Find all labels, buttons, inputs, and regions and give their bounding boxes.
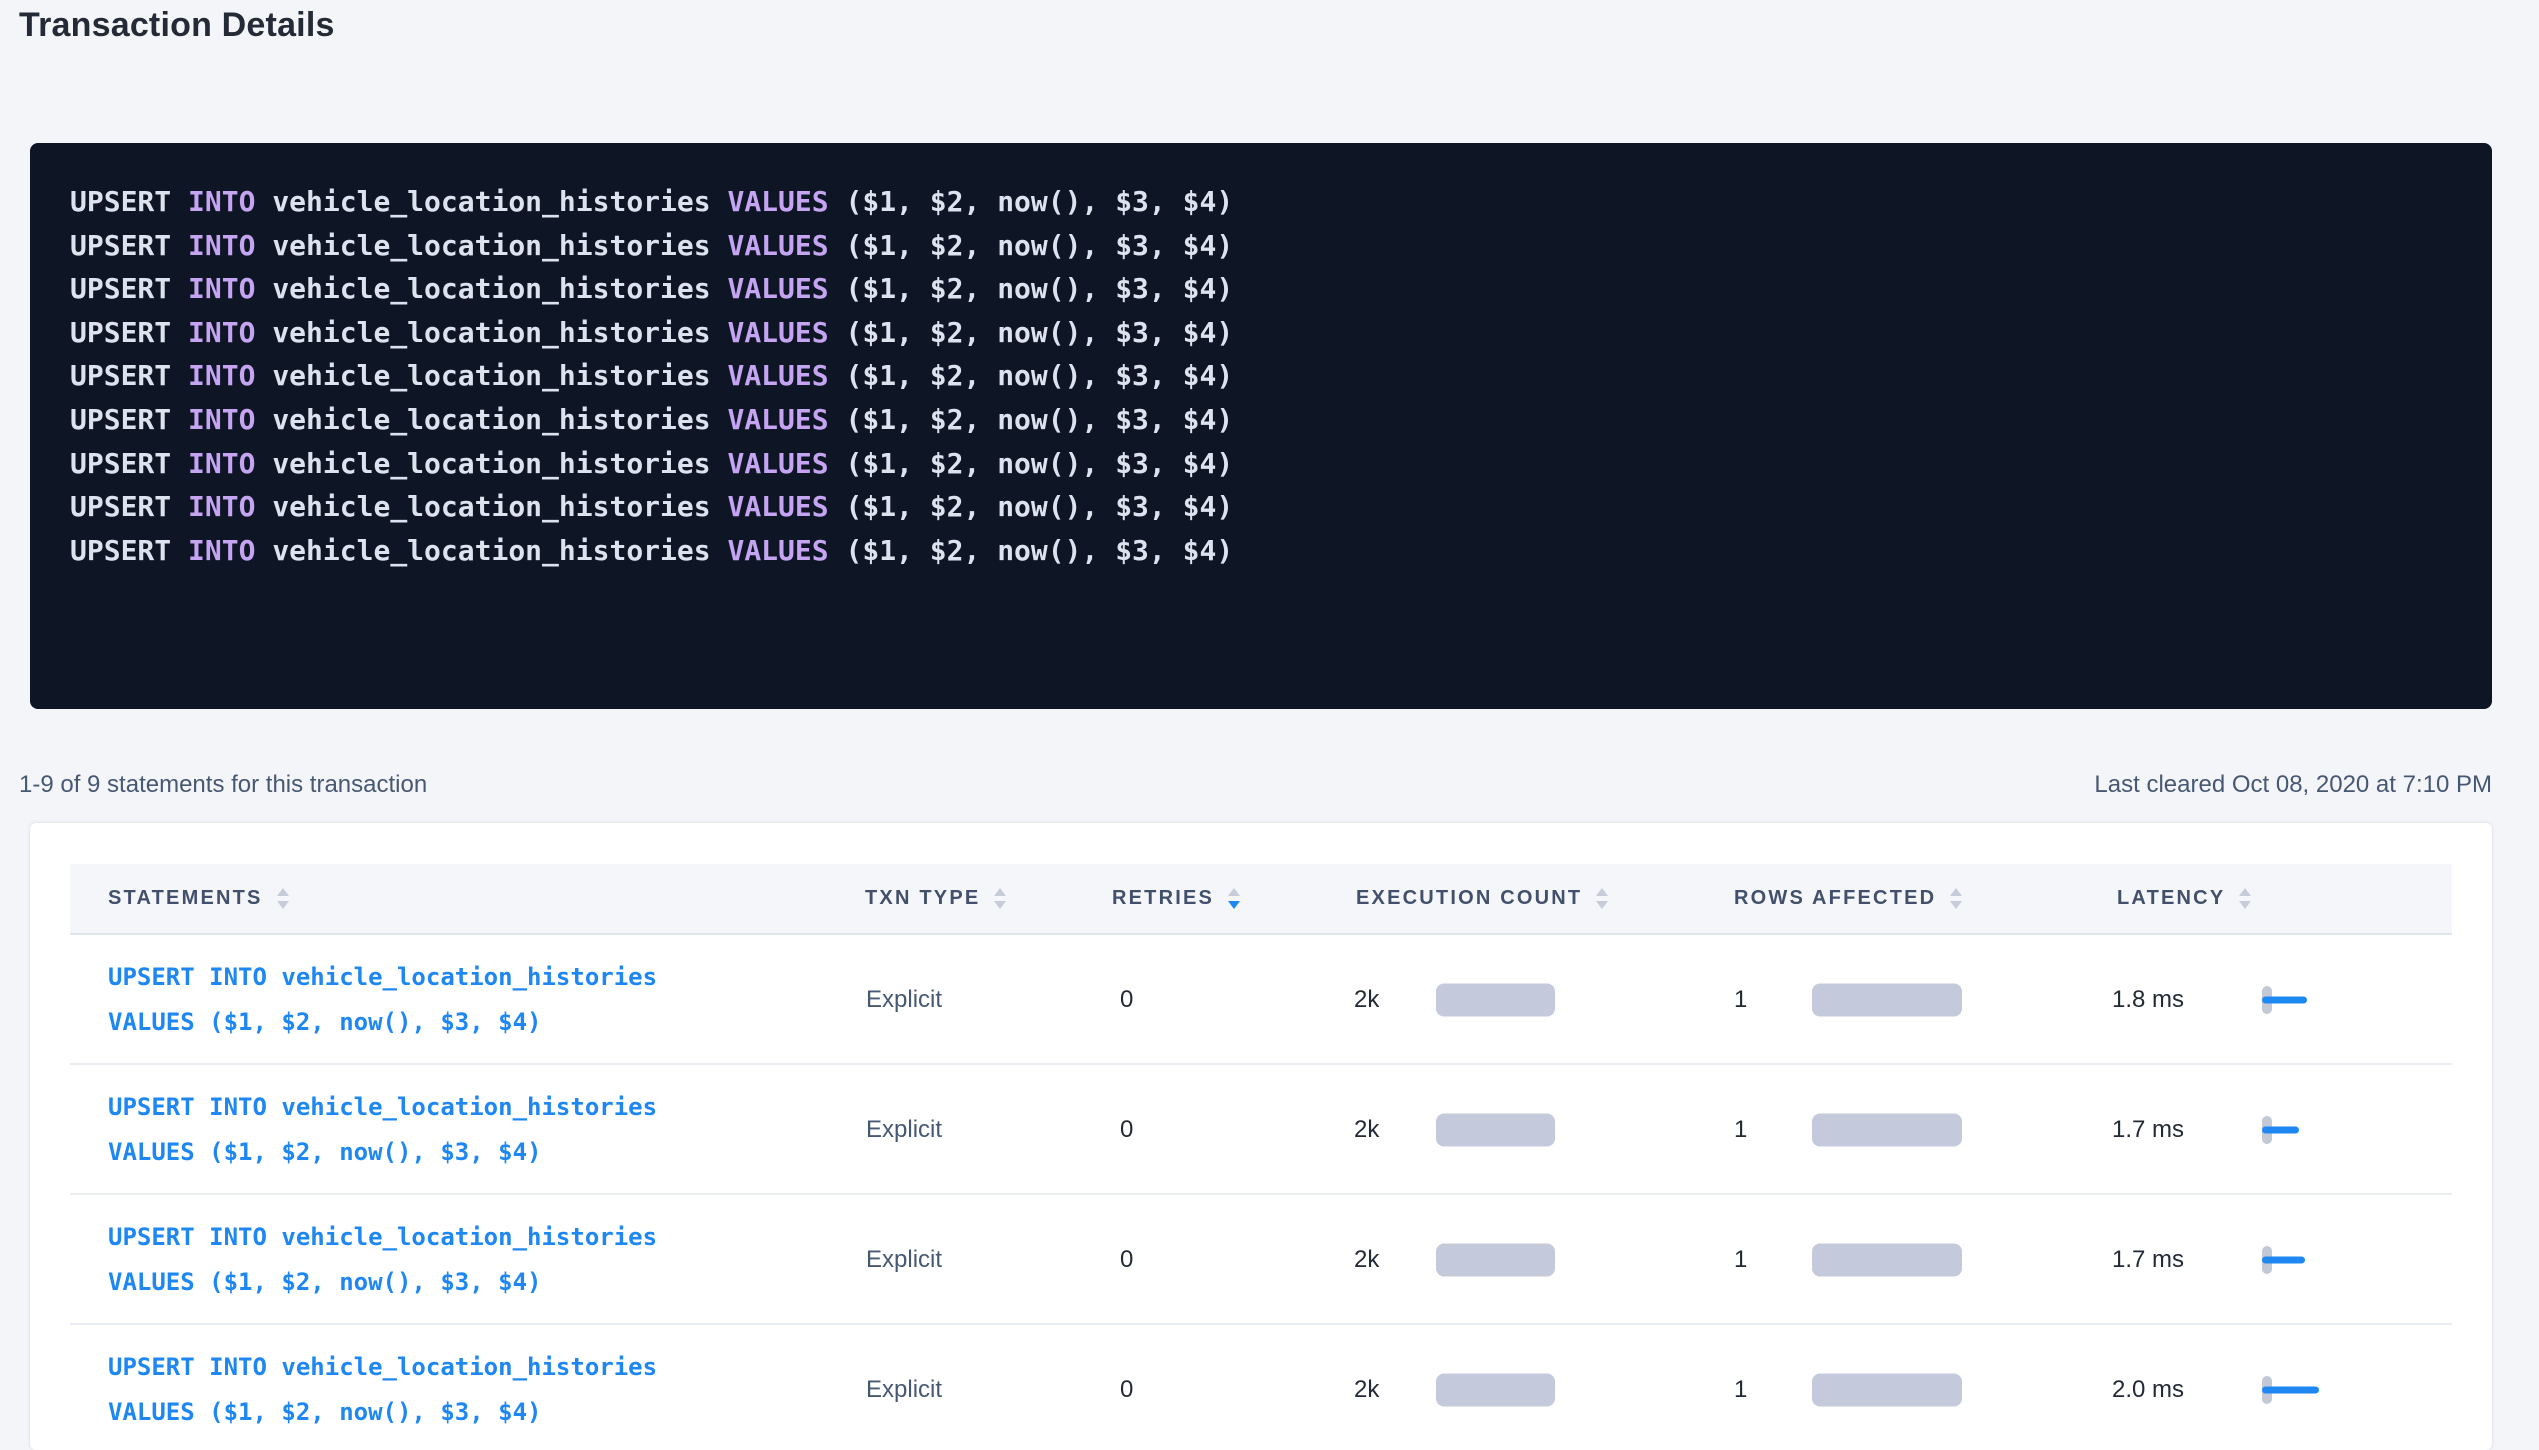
rows-affected-value: 1 — [1734, 986, 1747, 1014]
column-label: LATENCY — [2117, 887, 2225, 910]
sort-control[interactable] — [1950, 888, 1962, 909]
sort-asc-icon[interactable] — [1950, 888, 1962, 896]
rows-affected-bar — [1812, 1374, 1962, 1407]
rows-affected-value: 1 — [1734, 1116, 1747, 1144]
sort-desc-icon[interactable] — [1950, 901, 1962, 909]
execution-count-value: 2k — [1354, 1376, 1379, 1404]
latency-bar-chart — [2262, 1246, 2342, 1274]
sort-desc-icon[interactable] — [2239, 901, 2251, 909]
latency-bar — [2262, 1387, 2319, 1394]
retries-value: 0 — [1120, 1246, 1133, 1274]
transaction-sql-box: UPSERT INTO vehicle_location_histories V… — [30, 143, 2492, 709]
column-header-statements[interactable]: STATEMENTS — [108, 864, 289, 933]
sql-statement-line: UPSERT INTO vehicle_location_histories V… — [70, 398, 2452, 442]
table-row: UPSERT INTO vehicle_location_historiesVA… — [30, 935, 2492, 1065]
txn-type-value: Explicit — [866, 1246, 942, 1274]
retries-value: 0 — [1120, 1376, 1133, 1404]
latency-bar-chart — [2262, 986, 2342, 1014]
latency-bar — [2262, 1127, 2299, 1134]
latency-value: 1.8 ms — [2112, 986, 2184, 1014]
table-header-row: STATEMENTS TXN TYPE RETRIES EXECUTION COUNT… — [70, 864, 2452, 935]
sql-statement-line: UPSERT INTO vehicle_location_histories V… — [70, 529, 2452, 573]
column-header-rows-affected[interactable]: ROWS AFFECTED — [1734, 864, 1962, 933]
rows-affected-bar — [1812, 1114, 1962, 1147]
execution-count-bar — [1436, 1374, 1555, 1407]
rows-affected-value: 1 — [1734, 1376, 1747, 1404]
statement-link[interactable]: UPSERT INTO vehicle_location_historiesVA… — [108, 955, 657, 1045]
sort-asc-icon[interactable] — [994, 888, 1006, 896]
column-header-execution-count[interactable]: EXECUTION COUNT — [1356, 864, 1608, 933]
latency-value: 2.0 ms — [2112, 1376, 2184, 1404]
table-row: UPSERT INTO vehicle_location_historiesVA… — [30, 1325, 2492, 1450]
txn-type-value: Explicit — [866, 1116, 942, 1144]
table-row: UPSERT INTO vehicle_location_historiesVA… — [30, 1065, 2492, 1195]
sort-asc-icon[interactable] — [2239, 888, 2251, 896]
latency-bar — [2262, 1257, 2305, 1264]
table-body: UPSERT INTO vehicle_location_historiesVA… — [30, 935, 2492, 1450]
sort-asc-icon[interactable] — [1596, 888, 1608, 896]
latency-bar-chart — [2262, 1116, 2342, 1144]
sort-desc-icon[interactable] — [994, 901, 1006, 909]
statement-link[interactable]: UPSERT INTO vehicle_location_historiesVA… — [108, 1215, 657, 1305]
sort-desc-icon[interactable] — [1596, 901, 1608, 909]
column-label: STATEMENTS — [108, 887, 263, 910]
latency-value: 1.7 ms — [2112, 1116, 2184, 1144]
sql-statement-line: UPSERT INTO vehicle_location_histories V… — [70, 442, 2452, 486]
column-label: TXN TYPE — [865, 887, 980, 910]
sort-control[interactable] — [1596, 888, 1608, 909]
txn-type-value: Explicit — [866, 1376, 942, 1404]
retries-value: 0 — [1120, 986, 1133, 1014]
statements-table-card: STATEMENTS TXN TYPE RETRIES EXECUTION COUNT… — [30, 823, 2492, 1450]
column-label: RETRIES — [1112, 887, 1214, 910]
rows-affected-bar — [1812, 1244, 1962, 1277]
sort-asc-icon[interactable] — [1228, 888, 1240, 896]
sql-statement-line: UPSERT INTO vehicle_location_histories V… — [70, 267, 2452, 311]
execution-count-value: 2k — [1354, 1116, 1379, 1144]
sql-statement-line: UPSERT INTO vehicle_location_histories V… — [70, 224, 2452, 268]
execution-count-value: 2k — [1354, 1246, 1379, 1274]
column-label: ROWS AFFECTED — [1734, 887, 1936, 910]
rows-affected-value: 1 — [1734, 1246, 1747, 1274]
latency-value: 1.7 ms — [2112, 1246, 2184, 1274]
table-row: UPSERT INTO vehicle_location_historiesVA… — [30, 1195, 2492, 1325]
txn-type-value: Explicit — [866, 986, 942, 1014]
retries-value: 0 — [1120, 1116, 1133, 1144]
execution-count-bar — [1436, 1244, 1555, 1277]
execution-count-bar — [1436, 1114, 1555, 1147]
execution-count-bar — [1436, 984, 1555, 1017]
sql-statement-line: UPSERT INTO vehicle_location_histories V… — [70, 354, 2452, 398]
sort-control[interactable] — [994, 888, 1006, 909]
sort-desc-icon[interactable] — [277, 901, 289, 909]
column-header-retries[interactable]: RETRIES — [1112, 864, 1240, 933]
sql-statement-line: UPSERT INTO vehicle_location_histories V… — [70, 485, 2452, 529]
latency-bar — [2262, 997, 2307, 1004]
statement-link[interactable]: UPSERT INTO vehicle_location_historiesVA… — [108, 1345, 657, 1435]
statement-link[interactable]: UPSERT INTO vehicle_location_historiesVA… — [108, 1085, 657, 1175]
page-title: Transaction Details — [19, 6, 335, 45]
table-meta-row: 1-9 of 9 statements for this transaction… — [19, 771, 2492, 799]
column-label: EXECUTION COUNT — [1356, 887, 1582, 910]
execution-count-value: 2k — [1354, 986, 1379, 1014]
column-header-latency[interactable]: LATENCY — [2117, 864, 2251, 933]
column-header-txn-type[interactable]: TXN TYPE — [865, 864, 1006, 933]
rows-affected-bar — [1812, 984, 1962, 1017]
sort-control[interactable] — [277, 888, 289, 909]
sql-statement-line: UPSERT INTO vehicle_location_histories V… — [70, 180, 2452, 224]
sql-statement-line: UPSERT INTO vehicle_location_histories V… — [70, 311, 2452, 355]
sort-control[interactable] — [2239, 888, 2251, 909]
sort-asc-icon[interactable] — [277, 888, 289, 896]
last-cleared-text: Last cleared Oct 08, 2020 at 7:10 PM — [2094, 771, 2492, 799]
sort-desc-icon[interactable] — [1228, 901, 1240, 909]
statements-count-summary: 1-9 of 9 statements for this transaction — [19, 771, 427, 799]
latency-bar-chart — [2262, 1376, 2342, 1404]
sort-control[interactable] — [1228, 888, 1240, 909]
